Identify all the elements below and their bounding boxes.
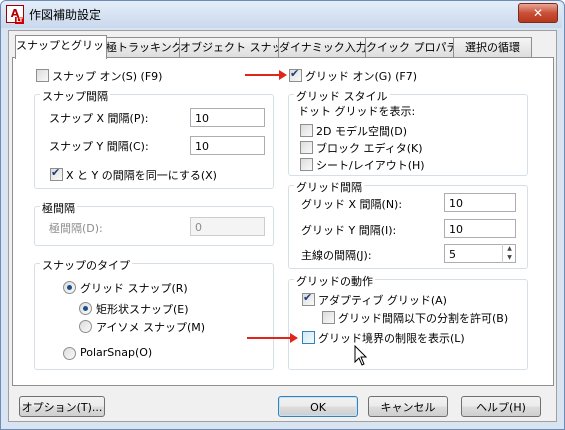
equal-xy-spacing-label[interactable]: X と Y の間隔を同一にする(X) [66, 167, 217, 183]
spin-down-icon[interactable]: ▼ [503, 253, 516, 262]
app-icon-sub: LT [15, 17, 24, 24]
equal-xy-spacing-checkbox[interactable] [50, 166, 63, 181]
annotation-arrow-grid-limits [247, 333, 298, 343]
mouse-cursor-icon [354, 345, 368, 366]
grid-y-spacing-label: グリッド Y 間隔(I): [301, 224, 397, 237]
tab-dynamic-input[interactable]: ダイナミック入力 [278, 37, 367, 58]
polar-distance-input: 0 [190, 217, 265, 236]
tab-snap-and-grid[interactable]: スナップとグリッド [15, 35, 107, 59]
grid-snap-radio[interactable] [63, 281, 76, 294]
snap-on-checkbox[interactable] [36, 69, 49, 82]
polar-snap-radio[interactable] [63, 347, 76, 360]
polar-spacing-group-label: 極間隔 [40, 200, 77, 216]
grid-snap-label[interactable]: グリッド スナップ(R) [80, 280, 188, 296]
ok-button[interactable]: OK [278, 396, 358, 417]
rectangular-snap-label[interactable]: 矩形状スナップ(E) [96, 301, 189, 317]
adaptive-grid-label[interactable]: アダプティブ グリッド(A) [318, 292, 447, 308]
spin-up-icon[interactable]: ▲ [503, 244, 516, 253]
rectangular-snap-radio[interactable] [79, 302, 92, 315]
grid-spacing-group-label: グリッド間隔 [294, 179, 364, 195]
annotation-arrow-grid-on [245, 70, 287, 80]
polar-distance-label: 極間隔(D): [49, 222, 103, 235]
grid-x-spacing-label: グリッド X 間隔(N): [301, 198, 403, 211]
snap-on-label[interactable]: スナップ オン(S) (F9) [52, 68, 162, 84]
dot-grid-display-label: ドット グリッドを表示: [298, 105, 416, 118]
major-line-spacing-label: 主線の間隔(J): [301, 249, 372, 262]
display-grid-limits-label[interactable]: グリッド境界の制限を表示(L) [318, 330, 465, 346]
sheet-layout-checkbox[interactable] [300, 158, 313, 171]
isometric-snap-radio[interactable] [79, 320, 92, 333]
snap-x-spacing-label: スナップ X 間隔(P): [49, 112, 149, 125]
tab-selection-cycling[interactable]: 選択の循環 [453, 37, 532, 58]
grid-on-checkbox[interactable] [289, 67, 302, 82]
options-button[interactable]: オプション(T)... [19, 396, 105, 417]
sheet-layout-label[interactable]: シート/レイアウト(H) [316, 157, 425, 173]
snap-x-spacing-input[interactable]: 10 [190, 108, 265, 127]
autocad-lt-app-icon: A LT [6, 5, 24, 24]
tab-object-snap[interactable]: オブジェクト スナップ [179, 37, 280, 58]
help-button[interactable]: ヘルプ(H) [461, 396, 541, 417]
adaptive-grid-checkbox[interactable] [302, 291, 315, 306]
model-space-label[interactable]: 2D モデル空間(D) [316, 123, 407, 139]
snap-spacing-group-label: スナップ間隔 [40, 88, 110, 104]
model-space-checkbox[interactable] [300, 124, 313, 137]
polar-snap-label[interactable]: PolarSnap(O) [80, 346, 152, 359]
grid-on-label[interactable]: グリッド オン(G) (F7) [305, 68, 417, 84]
grid-style-group-label: グリッド スタイル [294, 88, 390, 104]
snap-y-spacing-label: スナップ Y 間隔(C): [49, 140, 149, 153]
major-line-spinner[interactable]: ▲ ▼ [502, 244, 516, 263]
grid-behavior-group-label: グリッドの動作 [294, 273, 375, 289]
block-editor-label[interactable]: ブロック エディタ(K) [316, 140, 423, 156]
snap-y-spacing-input[interactable]: 10 [190, 136, 265, 155]
isometric-snap-label[interactable]: アイソメ スナップ(M) [96, 319, 205, 335]
display-grid-limits-checkbox[interactable] [302, 331, 315, 344]
block-editor-checkbox[interactable] [300, 141, 313, 154]
grid-y-spacing-input[interactable]: 10 [444, 219, 516, 238]
window-title: 作図補助設定 [29, 8, 102, 22]
grid-x-spacing-input[interactable]: 10 [444, 193, 516, 212]
snap-type-group-label: スナップのタイプ [40, 257, 132, 273]
tab-quick-properties[interactable]: クイック プロパティ [365, 37, 455, 58]
allow-subdivision-checkbox[interactable] [322, 311, 335, 324]
tab-polar-tracking[interactable]: 極トラッキング [105, 37, 181, 58]
close-button[interactable]: ✕ [518, 3, 558, 23]
allow-subdivision-label[interactable]: グリッド間隔以下の分割を許可(B) [338, 310, 508, 326]
cancel-button[interactable]: キャンセル [368, 396, 448, 417]
